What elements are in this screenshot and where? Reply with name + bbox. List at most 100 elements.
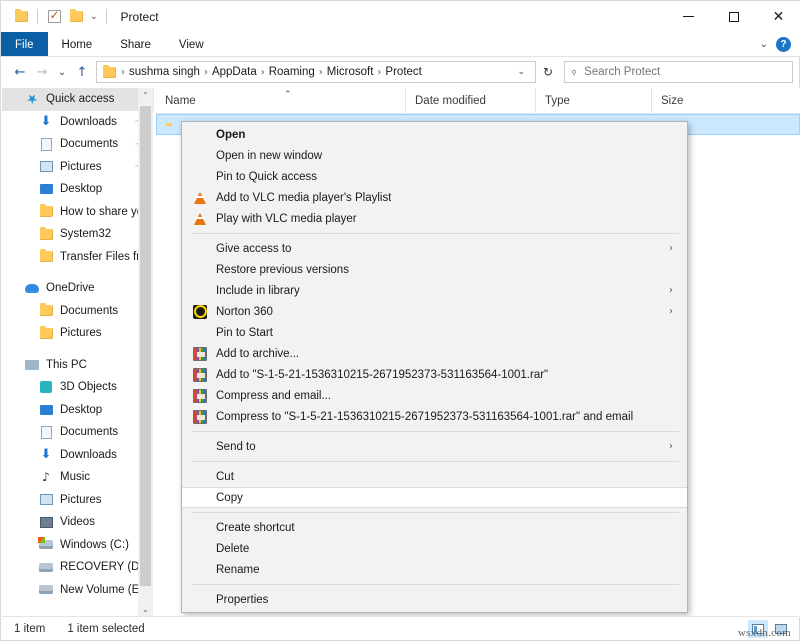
watermark: wsxdn.com	[737, 626, 791, 639]
menu-item-add-to-rar[interactable]: Add to "S-1-5-21-1536310215-2671952373-5…	[182, 364, 687, 385]
help-button[interactable]: ?	[776, 37, 791, 52]
tab-file[interactable]: File	[1, 32, 48, 57]
sidebar-item-windows-c[interactable]: Windows (C:)	[2, 534, 154, 557]
sidebar-item-label: Downloads	[60, 448, 117, 461]
forward-button[interactable]: →	[31, 60, 53, 84]
menu-item-play-with-vlc[interactable]: Play with VLC media player	[182, 208, 687, 229]
menu-item-label: Rename	[216, 563, 260, 576]
scroll-down-icon[interactable]: ⌄	[138, 602, 153, 617]
sidebar-item-label: OneDrive	[46, 282, 95, 295]
menu-item-copy[interactable]: Copy	[182, 487, 687, 508]
sidebar-item-pictures[interactable]: Pictures 📌	[2, 156, 154, 179]
menu-item-give-access-to[interactable]: Give access to ›	[182, 238, 687, 259]
column-header-size[interactable]: Size	[652, 88, 712, 113]
title-bar: ⌄ Protect ✕	[1, 1, 800, 32]
menu-item-open[interactable]: Open	[182, 124, 687, 145]
tab-share[interactable]: Share	[106, 32, 165, 57]
sidebar-scrollbar[interactable]: ⌃ ⌄	[138, 88, 153, 617]
video-icon	[38, 514, 54, 530]
new-folder-icon[interactable]	[65, 6, 87, 28]
menu-item-open-in-new-window[interactable]: Open in new window	[182, 145, 687, 166]
menu-item-pin-to-quick-access[interactable]: Pin to Quick access	[182, 166, 687, 187]
tab-view[interactable]: View	[165, 32, 218, 57]
sidebar-item-recovery-d[interactable]: RECOVERY (D:)	[2, 556, 154, 579]
sidebar-item-pc-desktop[interactable]: Desktop	[2, 399, 154, 422]
sidebar-item-pc-documents[interactable]: Documents	[2, 421, 154, 444]
scrollbar-thumb[interactable]	[140, 106, 151, 586]
menu-item-delete[interactable]: Delete	[182, 538, 687, 559]
back-button[interactable]: ←	[9, 60, 31, 84]
sidebar-item-label: Windows (C:)	[60, 538, 130, 551]
toolbar-divider	[37, 9, 38, 24]
menu-item-label: Copy	[216, 491, 243, 504]
menu-item-label: Delete	[216, 542, 250, 555]
sidebar-item-3d-objects[interactable]: 3D Objects	[2, 376, 154, 399]
menu-item-compress-and-email[interactable]: Compress and email...	[182, 385, 687, 406]
chevron-down-icon[interactable]: ⌄	[760, 39, 768, 50]
breadcrumb-item-protect[interactable]: Protect	[382, 66, 424, 78]
minimize-button[interactable]	[666, 1, 711, 32]
menu-item-send-to[interactable]: Send to ›	[182, 436, 687, 457]
sidebar-item-system32[interactable]: System32	[2, 223, 154, 246]
sidebar-item-new-volume-e[interactable]: New Volume (E:)	[2, 579, 154, 602]
column-header-date-modified[interactable]: Date modified	[406, 88, 536, 113]
sidebar-item-transfer-files[interactable]: Transfer Files fro	[2, 246, 154, 269]
column-headers: Name ⌃ Date modified Type Size	[156, 88, 800, 114]
status-bar: 1 item 1 item selected wsxdn.com	[2, 616, 799, 640]
menu-item-restore-previous-versions[interactable]: Restore previous versions	[182, 259, 687, 280]
chevron-down-icon[interactable]: ⌄	[87, 11, 101, 22]
address-bar: ← → ⌄ ↑ › sushma singh › AppData › Roami…	[1, 58, 800, 86]
breadcrumb-item-appdata[interactable]: AppData	[209, 66, 260, 78]
menu-item-norton-360[interactable]: Norton 360 ›	[182, 301, 687, 322]
tab-home[interactable]: Home	[48, 32, 107, 57]
menu-item-label: Add to VLC media player's Playlist	[216, 191, 392, 204]
sidebar-item-pc-downloads[interactable]: ⬇ Downloads	[2, 444, 154, 467]
recent-locations-button[interactable]: ⌄	[53, 60, 71, 84]
sidebar-item-label: 3D Objects	[60, 381, 117, 394]
sidebar-item-desktop[interactable]: Desktop	[2, 178, 154, 201]
breadcrumb[interactable]: › sushma singh › AppData › Roaming › Mic…	[96, 61, 536, 83]
sidebar-item-music[interactable]: ♪ Music	[2, 466, 154, 489]
music-icon: ♪	[42, 470, 50, 485]
sidebar-item-label: System32	[60, 228, 112, 241]
menu-item-cut[interactable]: Cut	[182, 466, 687, 487]
menu-item-properties[interactable]: Properties	[182, 589, 687, 610]
search-input[interactable]	[584, 66, 786, 78]
maximize-button[interactable]	[711, 1, 756, 32]
menu-item-add-to-vlc-playlist[interactable]: Add to VLC media player's Playlist	[182, 187, 687, 208]
sidebar-item-onedrive-pictures[interactable]: Pictures	[2, 322, 154, 345]
close-button[interactable]: ✕	[756, 1, 800, 32]
menu-item-label: Open in new window	[216, 149, 323, 162]
menu-item-include-in-library[interactable]: Include in library ›	[182, 280, 687, 301]
column-header-type[interactable]: Type	[536, 88, 652, 113]
up-button[interactable]: ↑	[71, 60, 93, 84]
sidebar-item-videos[interactable]: Videos	[2, 511, 154, 534]
breadcrumb-item-roaming[interactable]: Roaming	[266, 66, 318, 78]
sidebar-item-documents[interactable]: Documents 📌	[2, 133, 154, 156]
breadcrumb-item-user[interactable]: sushma singh	[126, 66, 203, 78]
menu-item-pin-to-start[interactable]: Pin to Start	[182, 322, 687, 343]
sidebar-item-label: This PC	[46, 358, 87, 371]
menu-item-rename[interactable]: Rename	[182, 559, 687, 580]
picture-icon	[38, 492, 54, 508]
menu-item-compress-to-rar-and-email[interactable]: Compress to "S-1-5-21-1536310215-2671952…	[182, 406, 687, 427]
breadcrumb-item-microsoft[interactable]: Microsoft	[324, 66, 377, 78]
sidebar-item-onedrive-documents[interactable]: Documents	[2, 300, 154, 323]
search-box[interactable]: ⌕	[564, 61, 793, 83]
menu-item-add-to-archive[interactable]: Add to archive...	[182, 343, 687, 364]
column-header-name[interactable]: Name ⌃	[156, 88, 406, 113]
scroll-up-icon[interactable]: ⌃	[138, 88, 153, 103]
checkbox-icon[interactable]	[43, 6, 65, 28]
sidebar-item-quick-access[interactable]: ★ Quick access	[2, 88, 154, 111]
menu-item-create-shortcut[interactable]: Create shortcut	[182, 517, 687, 538]
navigation-pane: ★ Quick access ⬇ Downloads 📌 Documents 📌…	[2, 88, 154, 617]
sidebar-item-how-to-share[interactable]: How to share yo	[2, 201, 154, 224]
sidebar-item-onedrive[interactable]: OneDrive	[2, 277, 154, 300]
sidebar-item-pc-pictures[interactable]: Pictures	[2, 489, 154, 512]
sidebar-item-this-pc[interactable]: This PC	[2, 354, 154, 377]
chevron-down-icon[interactable]: ⌄	[511, 67, 531, 77]
properties-folder-icon[interactable]	[10, 6, 32, 28]
sidebar-item-downloads[interactable]: ⬇ Downloads 📌	[2, 111, 154, 134]
sidebar-item-label: New Volume (E:)	[60, 583, 147, 596]
refresh-button[interactable]: ↻	[536, 61, 560, 83]
